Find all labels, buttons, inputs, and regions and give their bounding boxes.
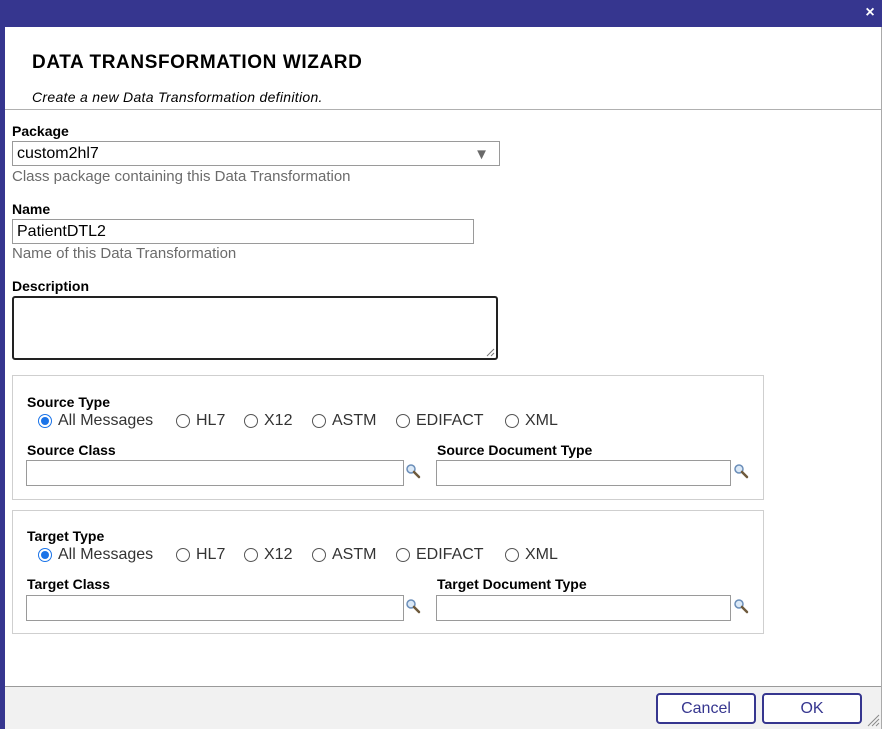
source-radio-astm[interactable] bbox=[312, 414, 326, 428]
name-input[interactable] bbox=[12, 219, 474, 244]
package-selected-value: custom2hl7 bbox=[17, 145, 99, 162]
target-radio-label: XML bbox=[525, 546, 558, 563]
source-radio-hl7[interactable] bbox=[176, 414, 190, 428]
target-class-label: Target Class bbox=[27, 576, 110, 592]
search-icon[interactable] bbox=[733, 463, 749, 479]
target-doctype-input[interactable] bbox=[436, 595, 731, 621]
target-radio-edifact[interactable] bbox=[396, 548, 410, 562]
target-class-input[interactable] bbox=[26, 595, 404, 621]
description-label: Description bbox=[12, 278, 90, 294]
dialog-subtitle: Create a new Data Transformation definit… bbox=[32, 89, 323, 105]
dialog-left-border bbox=[0, 27, 5, 729]
target-radio-all-messages[interactable] bbox=[38, 548, 52, 562]
target-type-label: Target Type bbox=[27, 528, 105, 544]
search-icon[interactable] bbox=[405, 463, 421, 479]
source-radio-label: XML bbox=[525, 412, 558, 429]
source-radio-edifact[interactable] bbox=[396, 414, 410, 428]
source-radio-all-messages[interactable] bbox=[38, 414, 52, 428]
target-radio-x12[interactable] bbox=[244, 548, 258, 562]
dialog-title: DATA TRANSFORMATION WIZARD bbox=[32, 52, 363, 73]
target-radio-label: EDIFACT bbox=[416, 546, 484, 563]
name-label: Name bbox=[12, 201, 51, 217]
target-radio-label: All Messages bbox=[58, 546, 154, 563]
source-radio-label: All Messages bbox=[58, 412, 154, 429]
dropdown-arrow-icon[interactable]: ▼ bbox=[474, 146, 489, 163]
source-radio-xml[interactable] bbox=[505, 414, 519, 428]
source-radio-label: HL7 bbox=[196, 412, 226, 429]
target-radio-astm[interactable] bbox=[312, 548, 326, 562]
search-icon[interactable] bbox=[733, 598, 749, 614]
target-doctype-label: Target Document Type bbox=[437, 576, 587, 592]
source-radio-label: X12 bbox=[264, 412, 293, 429]
source-radio-label: EDIFACT bbox=[416, 412, 484, 429]
ok-button[interactable]: OK bbox=[762, 693, 862, 724]
source-class-input[interactable] bbox=[26, 460, 404, 486]
source-doctype-label: Source Document Type bbox=[437, 442, 593, 458]
textarea-resize-grip-icon[interactable] bbox=[486, 348, 495, 357]
close-icon[interactable]: × bbox=[861, 4, 879, 22]
source-doctype-input[interactable] bbox=[436, 460, 731, 486]
source-class-label: Source Class bbox=[27, 442, 116, 458]
source-radio-x12[interactable] bbox=[244, 414, 258, 428]
target-radio-label: HL7 bbox=[196, 546, 226, 563]
search-icon[interactable] bbox=[405, 598, 421, 614]
name-hint: Name of this Data Transformation bbox=[12, 245, 237, 262]
package-select[interactable]: custom2hl7 ▼ bbox=[12, 141, 500, 166]
target-radio-label: ASTM bbox=[332, 546, 377, 563]
target-radio-label: X12 bbox=[264, 546, 293, 563]
source-radio-label: ASTM bbox=[332, 412, 377, 429]
package-hint: Class package containing this Data Trans… bbox=[12, 168, 351, 185]
package-label: Package bbox=[12, 123, 69, 139]
header-divider bbox=[5, 109, 881, 110]
window-resize-grip-icon[interactable] bbox=[866, 713, 880, 727]
cancel-button[interactable]: Cancel bbox=[656, 693, 756, 724]
target-radio-hl7[interactable] bbox=[176, 548, 190, 562]
target-radio-xml[interactable] bbox=[505, 548, 519, 562]
dialog-titlebar: × bbox=[0, 0, 882, 27]
source-type-label: Source Type bbox=[27, 394, 110, 410]
description-textarea[interactable] bbox=[12, 296, 498, 360]
